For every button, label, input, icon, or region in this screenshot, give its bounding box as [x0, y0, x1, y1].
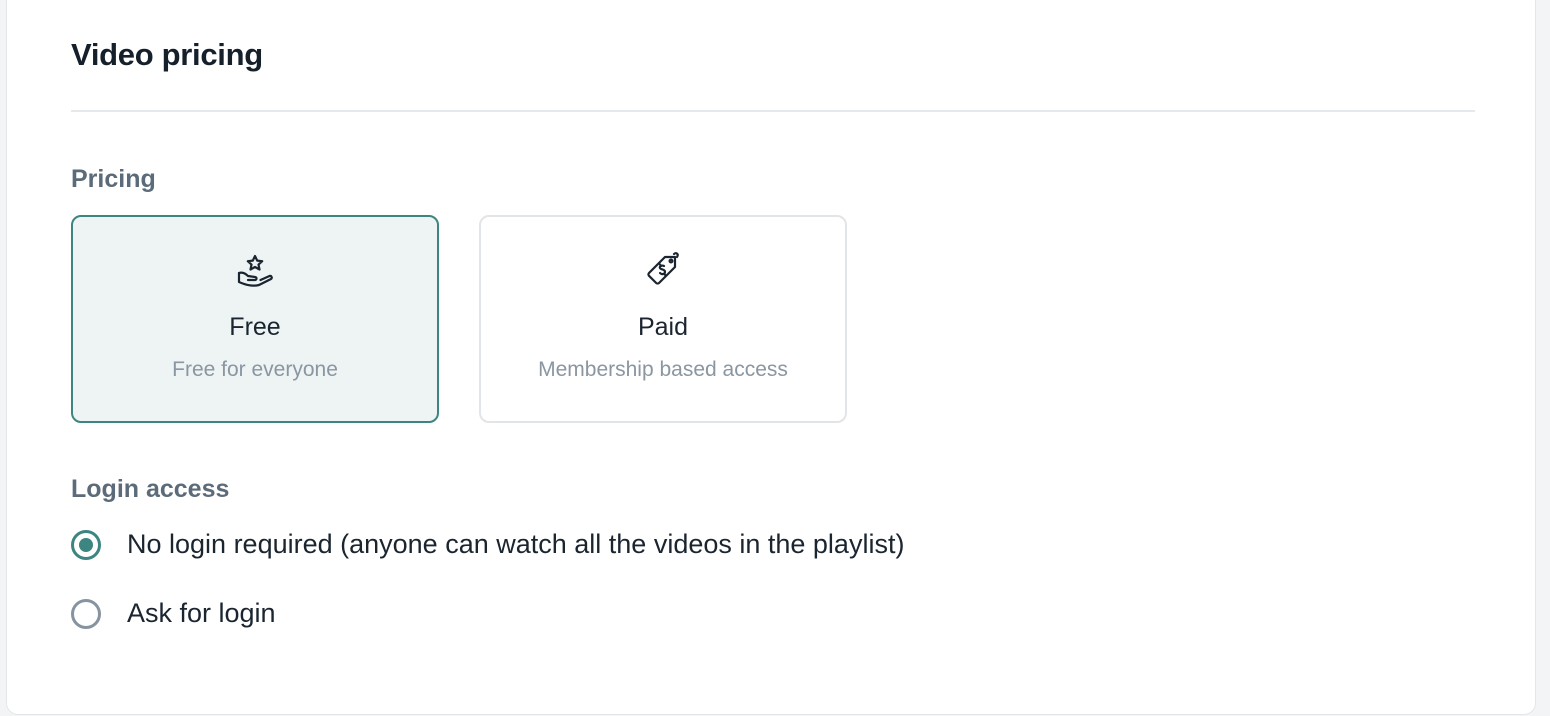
page-title: Video pricing — [71, 37, 263, 72]
pricing-option-free[interactable]: Free Free for everyone — [71, 215, 439, 423]
login-option-ask-login-label: Ask for login — [127, 598, 276, 628]
divider — [71, 110, 1475, 112]
radio-selected-icon[interactable] — [71, 529, 101, 560]
hand-star-icon — [237, 254, 273, 287]
pricing-option-free-subtitle: Free for everyone — [172, 358, 338, 381]
pricing-option-free-title: Free — [229, 313, 281, 341]
login-option-no-login[interactable]: No login required (anyone can watch all … — [71, 529, 904, 560]
login-access-section-label: Login access — [71, 475, 230, 503]
pricing-option-paid[interactable]: Paid Membership based access — [479, 215, 847, 423]
video-pricing-panel: Video pricing Pricing Free Free for ever… — [6, 0, 1536, 715]
price-tag-icon — [647, 252, 679, 285]
radio-unselected-icon[interactable] — [71, 598, 101, 629]
pricing-option-paid-subtitle: Membership based access — [538, 358, 788, 381]
pricing-option-paid-title: Paid — [637, 313, 689, 341]
login-option-no-login-label: No login required (anyone can watch all … — [127, 529, 905, 559]
login-option-ask-login[interactable]: Ask for login — [71, 598, 276, 629]
pricing-section-label: Pricing — [71, 165, 156, 193]
